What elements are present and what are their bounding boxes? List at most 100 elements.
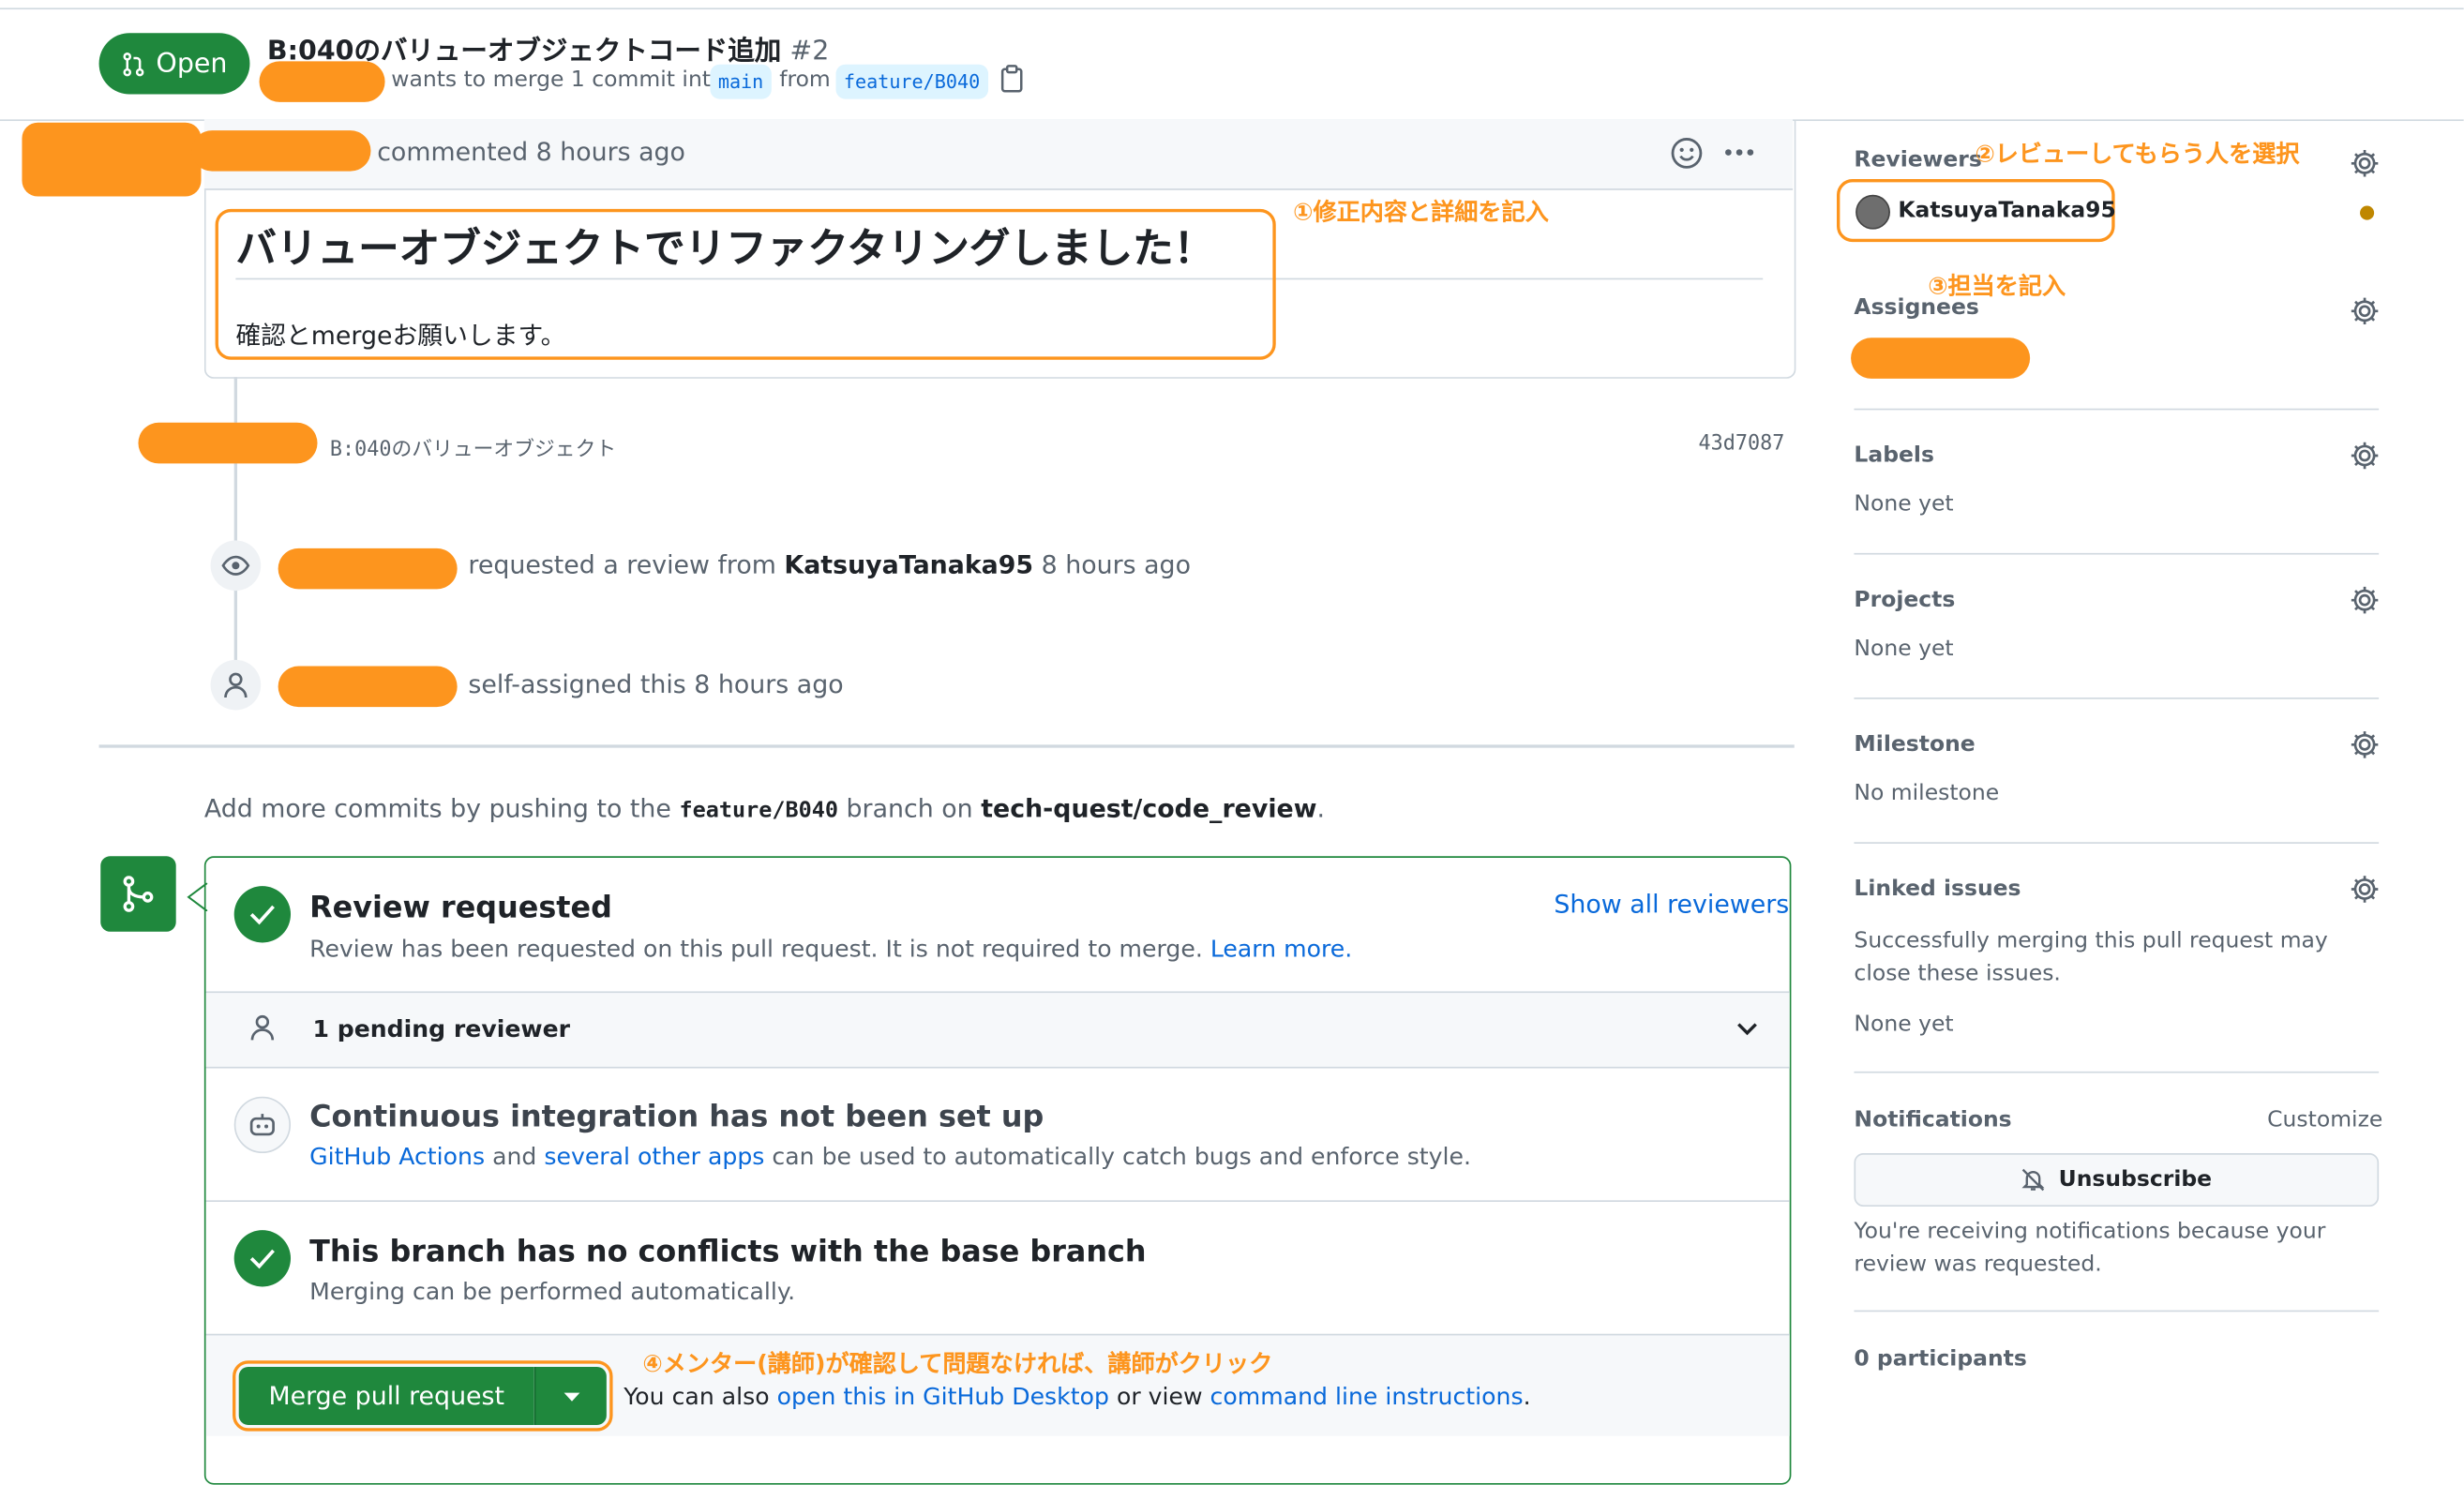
top-divider (0, 8, 2464, 10)
merge-pull-request-button[interactable]: Merge pull request (238, 1366, 534, 1425)
merge-status-icon (100, 856, 176, 932)
linked-issues-gear-icon[interactable] (2349, 874, 2381, 906)
ci-rest-text: can be used to automatically catch bugs … (772, 1142, 1471, 1171)
milestone-label[interactable]: Milestone (1854, 732, 1975, 758)
redacted-commit-author (138, 422, 318, 464)
add-commits-branch: feature/B040 (679, 798, 838, 824)
ci-status-icon (233, 1096, 292, 1154)
add-commits-middle: branch on (846, 793, 973, 824)
also-mid: or view (1116, 1382, 1203, 1411)
assignees-gear-icon[interactable] (2349, 295, 2381, 327)
reviewer-avatar (1856, 194, 1890, 230)
other-apps-link[interactable]: several other apps (544, 1142, 764, 1170)
comment-action: commented 8 hours ago (377, 136, 685, 167)
show-all-reviewers-link[interactable]: Show all reviewers (1554, 889, 1789, 919)
pull-request-page: Open B:040のバリューオブジェクトコード追加 #2 wants to m… (0, 0, 2464, 1485)
projects-value: None yet (1854, 636, 1954, 662)
labels-label[interactable]: Labels (1854, 443, 1934, 469)
review-title: Review requested (309, 891, 612, 926)
learn-more-link[interactable]: Learn more. (1210, 935, 1352, 963)
from-text: from (779, 68, 831, 93)
merge-footer-hint: You can also open this in GitHub Desktop… (624, 1383, 1530, 1411)
sidebar-divider (1854, 1310, 2380, 1312)
review-request-time: 8 hours ago (1041, 549, 1191, 580)
pr-state-label: Open (156, 48, 228, 80)
redacted-assignee (1851, 338, 2031, 379)
redacted-username (259, 61, 385, 102)
notifications-label: Notifications (1854, 1107, 2012, 1133)
person-icon (224, 672, 248, 698)
annotation-1: ①修正内容と詳細を記入 (1293, 198, 1549, 227)
timeline-review-icon (210, 540, 262, 592)
redacted-avatar (22, 122, 202, 197)
self-assigned-event: self-assigned this 8 hours ago (468, 668, 844, 699)
sidebar-divider (1854, 698, 2380, 699)
also-prefix: You can also (624, 1382, 770, 1411)
ci-divider (205, 1200, 1790, 1202)
unsubscribe-button[interactable]: Unsubscribe (1854, 1153, 2380, 1208)
cli-instructions-link[interactable]: command line instructions (1210, 1383, 1524, 1411)
reviewer-name[interactable]: KatsuyaTanaka95 (1898, 198, 2115, 223)
kebab-menu-icon[interactable] (1723, 148, 1755, 158)
unsubscribe-label: Unsubscribe (2058, 1167, 2213, 1192)
timeline-end-divider (98, 744, 1795, 748)
customize-link[interactable]: Customize (2267, 1107, 2382, 1132)
reviewers-gear-icon[interactable] (2349, 148, 2381, 180)
pending-review-dot (2360, 205, 2375, 220)
linked-issues-value: None yet (1854, 1012, 1954, 1038)
ci-title: Continuous integration has not been set … (309, 1100, 1044, 1134)
add-commits-prefix: Add more commits by pushing to the (203, 793, 671, 824)
assignees-label[interactable]: Assignees (1854, 295, 1978, 321)
commit-message[interactable]: B:040のバリューオブジェクト (330, 432, 616, 462)
add-commits-suffix: . (1316, 793, 1326, 824)
review-desc: Review has been requested on this pull r… (309, 935, 1352, 963)
base-branch-tag[interactable]: main (710, 64, 772, 99)
labels-value: None yet (1854, 491, 1954, 518)
notification-reason: You're receiving notifications because y… (1854, 1219, 2326, 1278)
eye-icon (221, 555, 250, 576)
redacted-author (191, 130, 371, 172)
add-commits-repo[interactable]: tech-quest/code_review (981, 793, 1316, 823)
head-branch-tag[interactable]: feature/B040 (835, 64, 988, 99)
pr-number: #2 (789, 36, 830, 68)
smiley-icon[interactable] (1670, 137, 1703, 170)
pull-request-icon (123, 52, 144, 76)
review-desc-text: Review has been requested on this pull r… (309, 935, 1203, 964)
caret-down-icon (563, 1391, 579, 1401)
commit-sha[interactable]: 43d7087 (1699, 432, 1785, 456)
person-icon (250, 1014, 275, 1041)
participants-label: 0 participants (1854, 1346, 2027, 1372)
bell-slash-icon (2021, 1168, 2045, 1192)
annotation-4: ④メンター(講師)が確認して問題なければ、講師がクリック (642, 1349, 1273, 1378)
annotation-2: ②レビューしてもらう人を選択 (1975, 140, 2300, 169)
chevron-down-icon[interactable] (1736, 1021, 1758, 1037)
sidebar-divider (1854, 1071, 2380, 1073)
redacted-requester (278, 548, 458, 590)
projects-gear-icon[interactable] (2349, 584, 2381, 616)
review-request-user[interactable]: KatsuyaTanaka95 (784, 550, 1033, 580)
reviewers-label[interactable]: Reviewers (1854, 148, 1981, 173)
linked-issues-label[interactable]: Linked issues (1854, 877, 2021, 902)
github-actions-link[interactable]: GitHub Actions (309, 1142, 485, 1170)
labels-gear-icon[interactable] (2349, 440, 2381, 472)
git-merge-icon (123, 876, 154, 912)
linked-issues-desc: Successfully merging this pull request m… (1854, 928, 2328, 987)
projects-label[interactable]: Projects (1854, 588, 1955, 613)
review-request-prefix: requested a review from (468, 549, 776, 580)
pr-state-badge: Open (98, 33, 250, 95)
conflict-status-icon (233, 1230, 292, 1287)
redacted-assigner (278, 666, 458, 708)
merge-options-dropdown[interactable] (533, 1366, 607, 1425)
sidebar-divider (1854, 408, 2380, 411)
conflict-desc: Merging can be performed automatically. (309, 1277, 796, 1306)
also-suffix: . (1523, 1382, 1531, 1411)
review-request-event: requested a review from KatsuyaTanaka95 … (468, 550, 1191, 580)
open-desktop-link[interactable]: open this in GitHub Desktop (777, 1383, 1109, 1411)
sidebar-divider (1854, 842, 2380, 844)
review-status-icon (233, 886, 292, 943)
copy-icon[interactable] (999, 65, 1025, 93)
robot-icon (249, 1114, 275, 1136)
check-icon (249, 905, 275, 925)
milestone-gear-icon[interactable] (2349, 729, 2381, 761)
timeline-assign-icon (210, 659, 262, 711)
